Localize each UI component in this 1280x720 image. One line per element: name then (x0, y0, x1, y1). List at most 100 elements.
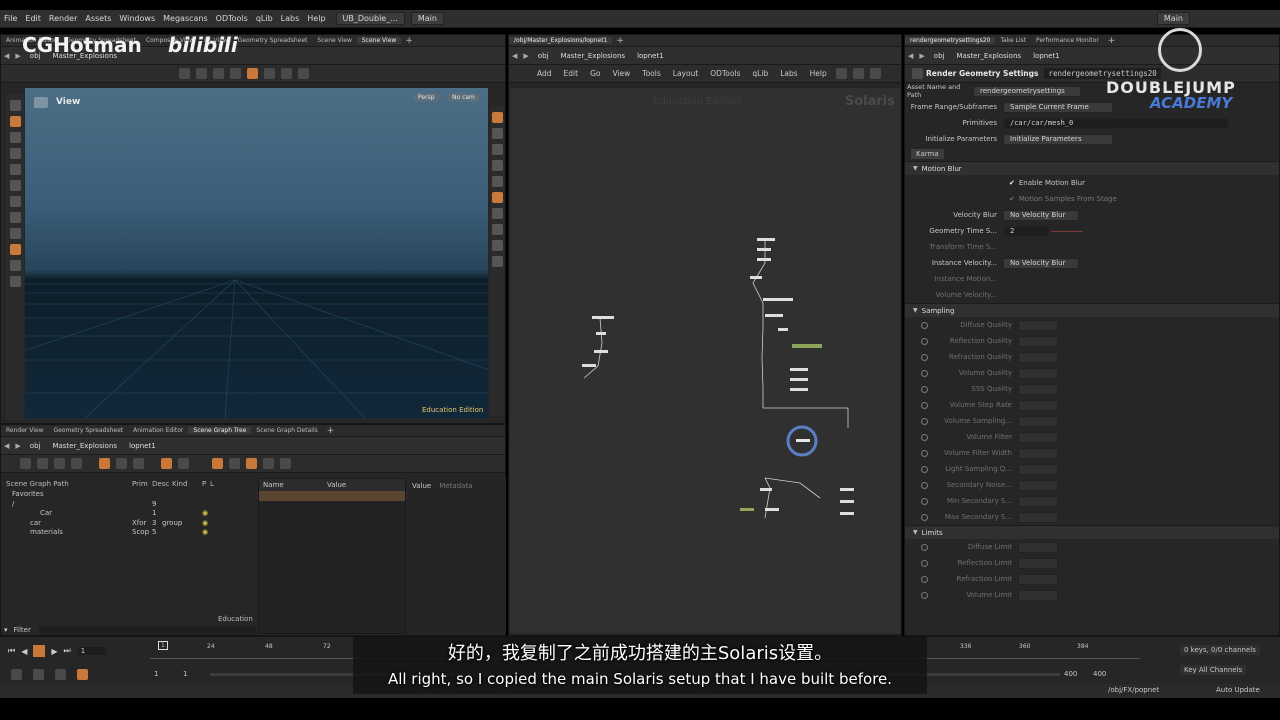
lock-camera-icon[interactable] (491, 144, 503, 155)
tab-take-list[interactable]: Take List (995, 37, 1031, 44)
tree-row[interactable]: Favorites (6, 490, 256, 500)
points-icon[interactable] (491, 208, 503, 219)
menu-labs[interactable]: Labs (277, 14, 304, 23)
tab-performance[interactable]: Performance Monitor (1031, 37, 1104, 44)
param-field[interactable] (1018, 431, 1058, 443)
override-radio[interactable] (921, 433, 928, 441)
camera-icon[interactable] (9, 260, 21, 271)
back-arrow-icon[interactable]: ◀ (1, 52, 12, 60)
sg-path-obj[interactable]: obj (24, 442, 47, 450)
param-path-lopnet[interactable]: lopnet1 (1027, 52, 1066, 60)
shading-icon[interactable] (491, 176, 503, 187)
menu-help[interactable]: Help (303, 14, 329, 23)
play-back-icon[interactable]: ◀ (21, 647, 27, 656)
net-menu-add[interactable]: Add (531, 69, 558, 78)
net-menu-odtools[interactable]: ODTools (704, 69, 746, 78)
param-field[interactable] (1018, 351, 1058, 363)
pose-icon[interactable] (9, 244, 21, 255)
add-tab-icon[interactable]: + (401, 36, 417, 46)
magnet-icon[interactable] (9, 228, 21, 239)
param-field[interactable] (1018, 495, 1058, 507)
key-all-button[interactable]: Key All Channels (1180, 665, 1247, 675)
frame-field[interactable]: 1 (76, 647, 107, 655)
details-col-value[interactable]: Value (327, 481, 346, 489)
net-path-lopnet[interactable]: lopnet1 (631, 52, 670, 60)
override-radio[interactable] (921, 353, 928, 361)
tree-icon[interactable] (20, 458, 31, 469)
filter-icon-2[interactable]: ▾ (4, 626, 8, 634)
grid-icon[interactable] (869, 68, 881, 79)
param-path-master[interactable]: Master_Explosions (950, 52, 1027, 60)
tab-geometry-spreadsheet[interactable]: Geometry Spreadsheet (49, 427, 129, 434)
param-field[interactable] (1018, 319, 1058, 331)
param-field[interactable] (1018, 511, 1058, 523)
realtime-icon[interactable] (11, 669, 22, 680)
right-main-dropdown[interactable]: Main (1156, 12, 1190, 25)
override-radio[interactable] (921, 449, 928, 457)
vel-blur-dropdown[interactable]: No Velocity Blur (1003, 209, 1079, 221)
param-field[interactable] (1018, 589, 1058, 601)
view-camera-icon[interactable] (34, 97, 48, 108)
rows-icon[interactable] (263, 458, 274, 469)
override-radio[interactable] (921, 559, 928, 567)
menu-qlib[interactable]: qLib (252, 14, 277, 23)
visibility-icon[interactable]: ◉ (202, 519, 208, 529)
rotate-icon[interactable] (9, 212, 21, 223)
override-radio[interactable] (921, 543, 928, 551)
col-desc[interactable]: Desc (152, 480, 172, 490)
layout-icon[interactable] (852, 68, 864, 79)
net-menu-layout[interactable]: Layout (667, 69, 705, 78)
list-icon[interactable] (229, 458, 240, 469)
menu-edit[interactable]: Edit (21, 14, 45, 23)
override-radio[interactable] (921, 481, 928, 489)
param-field[interactable] (1018, 367, 1058, 379)
back-arrow-icon-3[interactable]: ◀ (509, 52, 520, 60)
light-bulb-icon[interactable] (491, 160, 503, 171)
tab-value[interactable]: Value (412, 482, 431, 490)
limits-section[interactable]: ▼ Limits (905, 525, 1279, 539)
panel-icon[interactable] (212, 458, 223, 469)
brush-icon[interactable] (9, 164, 21, 175)
sampling-section[interactable]: ▼ Sampling (905, 303, 1279, 317)
sg-path-lopnet[interactable]: lopnet1 (123, 442, 162, 450)
pin-icon[interactable] (99, 458, 110, 469)
visibility-icon[interactable]: ◉ (202, 528, 208, 538)
move-tool-icon[interactable] (213, 68, 224, 79)
network-editor[interactable]: Education Edition Solaris (510, 88, 900, 633)
grid-snap-icon[interactable] (247, 68, 258, 79)
sphere-icon[interactable] (9, 148, 21, 159)
add-tab-icon-2[interactable]: + (323, 426, 339, 436)
enable-mb-checkbox[interactable]: ✔ (1009, 179, 1015, 187)
net-menu-labs[interactable]: Labs (774, 69, 803, 78)
override-radio[interactable] (921, 337, 928, 345)
forward-arrow-icon-2[interactable]: ▶ (12, 442, 23, 450)
primitives-field[interactable]: /car/car/mesh_0 (1003, 117, 1229, 129)
forward-arrow-icon-3[interactable]: ▶ (520, 52, 531, 60)
viewport[interactable] (25, 88, 488, 418)
play-icon[interactable]: ▶ (51, 647, 57, 656)
menu-render[interactable]: Render (45, 14, 81, 23)
range-start-2[interactable]: 1 (183, 670, 187, 678)
override-radio[interactable] (921, 497, 928, 505)
selection-mode-icon[interactable] (281, 68, 292, 79)
override-radio[interactable] (921, 321, 928, 329)
range-end[interactable]: 400 (1064, 670, 1077, 678)
tab-animation-editor-2[interactable]: Animation Editor (128, 427, 188, 434)
override-radio[interactable] (921, 513, 928, 521)
col-p[interactable]: P (202, 480, 210, 490)
paint-icon[interactable] (9, 132, 21, 143)
menu-windows[interactable]: Windows (115, 14, 159, 23)
tab-scene-view-2[interactable]: Scene View (356, 37, 402, 44)
menu-file[interactable]: File (0, 14, 21, 23)
init-dropdown[interactable]: Initialize Parameters (1003, 133, 1113, 145)
audio-icon[interactable] (33, 669, 44, 680)
add-tab-icon-4[interactable]: + (1104, 36, 1120, 46)
net-path-obj[interactable]: obj (532, 52, 555, 60)
select-tool-icon[interactable] (179, 68, 190, 79)
asset-field[interactable]: rendergeometrysettings (973, 85, 1081, 97)
override-radio[interactable] (921, 575, 928, 583)
back-arrow-icon-4[interactable]: ◀ (905, 52, 916, 60)
param-field[interactable] (1018, 335, 1058, 347)
wrench-icon[interactable] (835, 68, 847, 79)
move-handle-icon[interactable] (9, 196, 21, 207)
